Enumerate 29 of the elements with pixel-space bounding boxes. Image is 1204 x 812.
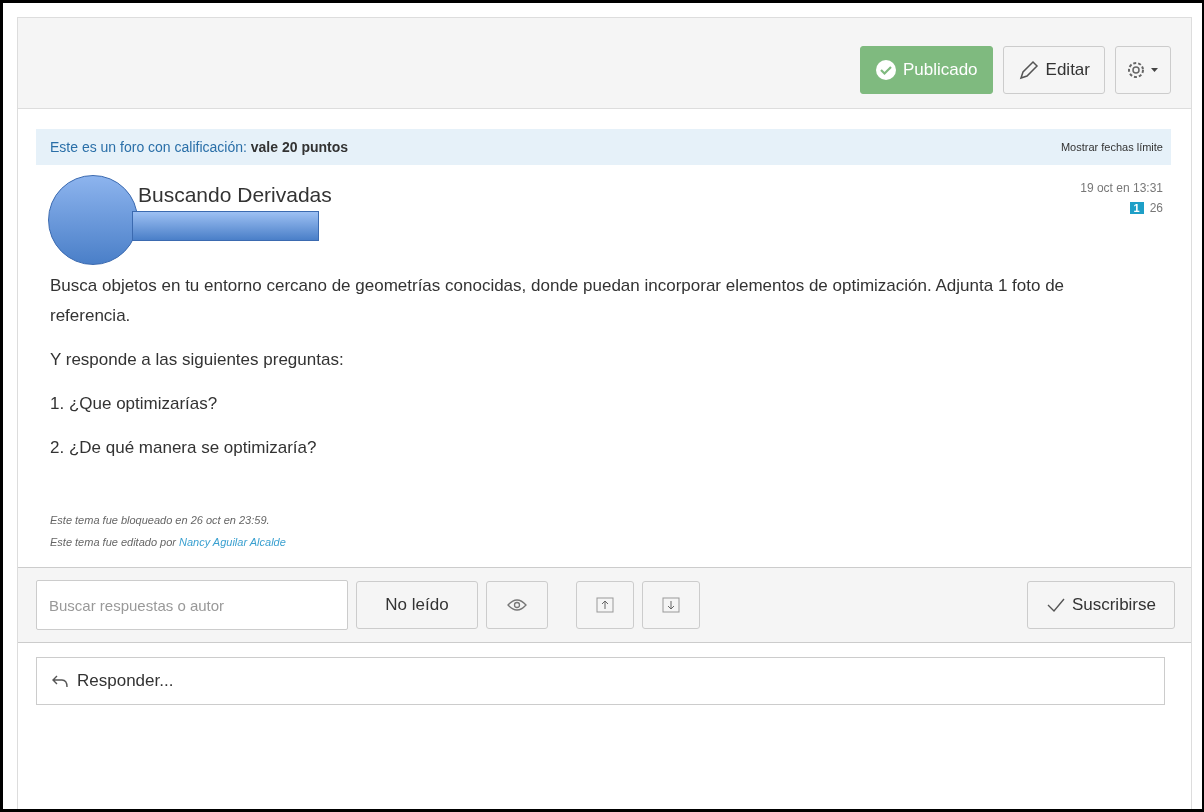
post-date: 19 oct en 13:31 [1080,181,1163,195]
eye-icon [507,598,527,612]
settings-icon [1126,60,1160,80]
reply-arrow-icon [51,673,69,689]
arrow-down-box-icon [662,597,680,613]
collapse-button[interactable] [576,581,634,629]
body-paragraph: Busca objetos en tu entorno cercano de geometrías conocidas, donde puedan incorporar elementos de optimización. Adjunta 1 foto de referencia. [50,275,1066,327]
check-circle-icon [874,59,897,81]
reply-field[interactable]: Responder... [36,657,1165,705]
reply-count: 26 [1149,201,1163,215]
locked-note: Este tema fue bloqueado en 26 oct en 23:59. [50,513,271,528]
subscribe-button[interactable]: Suscribirse [1026,581,1175,629]
search-field[interactable]: Buscar respuestas o autor [36,580,348,630]
arrow-up-box-icon [596,597,614,613]
settings-button[interactable] [1115,46,1171,94]
edit-button[interactable]: Editar [1002,46,1105,94]
body-paragraph: 2. ¿De qué manera se optimizaría? [50,437,318,459]
body-paragraph: 1. ¿Que optimizarías? [50,393,219,415]
pencil-icon [1017,59,1040,81]
view-button[interactable] [486,581,548,629]
check-icon [1045,597,1066,613]
unread-button[interactable]: No leído [356,581,478,629]
expand-button[interactable] [642,581,700,629]
body-paragraph: Y responde a las siguientes preguntas: [50,349,345,371]
edited-note: Este tema fue editado por [50,536,176,548]
graded-forum-notice: Este es un foro con calificación: vale 20 puntos [50,139,349,155]
show-due-dates-link[interactable]: Mostrar fechas límite [1060,141,1163,153]
topic-title: Buscando Derivadas [138,183,332,207]
unread-count: 1 [1129,202,1144,214]
